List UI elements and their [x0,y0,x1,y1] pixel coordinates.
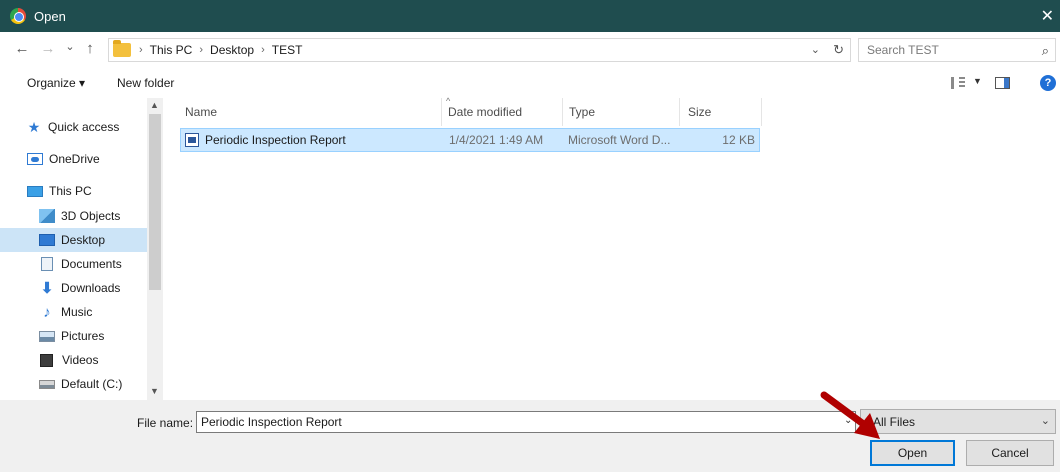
preview-pane-icon[interactable] [995,77,1010,89]
sidebar-item-label: OneDrive [49,152,100,166]
sidebar-item-onedrive[interactable]: OneDrive [0,147,147,171]
sidebar-item-documents[interactable]: Documents [0,252,147,276]
drive-icon [39,379,55,389]
help-icon[interactable]: ? [1040,75,1056,91]
address-dropdown-icon[interactable]: ⌄ [811,43,820,56]
forward-arrow-icon[interactable]: → [36,40,60,57]
window-title: Open [34,8,66,24]
scroll-up-icon[interactable]: ▲ [150,100,159,110]
search-input[interactable]: Search TEST ⌕ [858,38,1056,62]
navigation-bar: ← → ⌄ ↑ › This PC › Desktop › TEST ⌄ ↻ S… [0,32,1060,68]
title-bar: Open ✕ [0,0,1060,32]
file-name: Periodic Inspection Report [205,133,346,147]
sidebar-item-this-pc[interactable]: This PC [0,179,147,203]
breadcrumb-desktop[interactable]: Desktop [210,43,254,57]
view-dropdown-icon[interactable]: ▼ [973,76,982,86]
chevron-down-icon: ⌄ [1040,415,1050,427]
view-options-icon[interactable] [951,77,965,89]
file-type: Microsoft Word D... [568,133,671,147]
file-name-label: File name: [137,416,194,430]
sidebar-item-pictures[interactable]: Pictures [0,324,147,348]
sidebar-scrollbar-thumb[interactable] [149,114,161,290]
up-arrow-icon[interactable]: ↑ [78,40,102,57]
column-header-date-modified[interactable]: Date modified [442,98,563,126]
sidebar-item-label: Videos [62,353,99,367]
close-icon[interactable]: ✕ [1041,6,1054,26]
download-icon: ⬇ [40,280,54,297]
cube-icon [39,209,55,223]
sidebar-item-3d-objects[interactable]: 3D Objects [0,204,147,228]
breadcrumb-separator: › [261,44,265,56]
refresh-icon[interactable]: ↻ [833,42,844,58]
sidebar-item-label: Documents [61,257,122,271]
sidebar-item-label: Music [61,305,93,319]
annotation-arrow-icon [820,391,880,439]
navigation-pane: ★ Quick access OneDrive This PC 3D Objec… [0,98,163,400]
sidebar-item-default-c[interactable]: Default (C:) [0,372,147,396]
file-name-panel: File name: ⌄ All Files ⌄ Open Cancel [0,400,1060,472]
sidebar-item-quick-access[interactable]: ★ Quick access [0,115,147,139]
sidebar-item-label: This PC [49,184,92,198]
star-icon: ★ [27,118,41,135]
file-list: ^ Name Date modified Type Size Periodic … [168,96,1060,400]
table-row[interactable]: Periodic Inspection Report 1/4/2021 1:49… [180,128,760,152]
sidebar-item-label: 3D Objects [61,209,121,223]
file-type-filter[interactable]: All Files ⌄ [860,409,1056,434]
sidebar-item-videos[interactable]: Videos [0,348,147,372]
column-header-type[interactable]: Type [563,98,680,126]
computer-icon [27,185,43,197]
breadcrumb-separator: › [139,44,143,56]
sidebar-item-desktop[interactable]: Desktop [0,228,147,252]
scroll-down-icon[interactable]: ▼ [150,386,159,396]
file-date-modified: 1/4/2021 1:49 AM [449,133,544,147]
sidebar-item-label: Quick access [48,120,120,134]
sidebar-item-label: Desktop [61,233,106,247]
new-folder-button[interactable]: New folder [117,76,174,90]
word-document-icon [185,133,199,147]
search-placeholder: Search TEST [867,43,939,57]
music-icon: ♪ [43,303,51,321]
sidebar-item-downloads[interactable]: ⬇ Downloads [0,276,147,300]
video-icon [40,353,53,367]
search-icon[interactable]: ⌕ [1042,43,1049,59]
breadcrumb-separator: › [199,44,204,56]
sidebar-item-label: Downloads [61,281,121,295]
breadcrumb-test[interactable]: TEST [272,43,303,57]
desktop-icon [39,234,55,246]
back-arrow-icon[interactable]: ← [10,40,34,57]
breadcrumb-this-pc[interactable]: This PC [150,43,193,57]
address-bar[interactable]: › This PC › Desktop › TEST ⌄ ↻ [108,38,851,62]
folder-icon [113,40,131,57]
sidebar-item-label: Default (C:) [61,377,123,391]
chrome-app-icon [10,8,26,24]
column-header-name[interactable]: Name [168,98,442,126]
sidebar-item-label: Pictures [61,329,105,343]
column-header-size[interactable]: Size [680,98,762,126]
onedrive-icon [27,153,43,165]
command-bar: Organize ▾ New folder ▼ ? [0,68,1060,98]
organize-button[interactable]: Organize ▾ [27,76,85,90]
pictures-icon [39,330,55,342]
sidebar-item-music[interactable]: ♪ Music [0,300,147,324]
file-name-input[interactable] [196,411,856,433]
document-icon [41,257,53,271]
file-size: 12 KB [722,133,755,147]
cancel-button[interactable]: Cancel [966,440,1054,466]
